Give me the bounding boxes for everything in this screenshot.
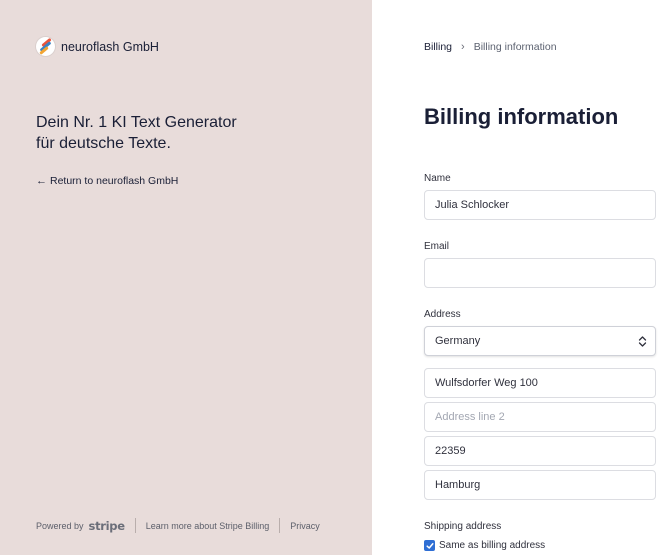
address-line1-field[interactable]: Wulfsdorfer Weg 100 — [424, 368, 656, 398]
name-field[interactable]: Julia Schlocker — [424, 190, 656, 220]
address-label: Address — [424, 309, 461, 320]
footer: Powered by stripe Learn more about Strip… — [36, 518, 320, 533]
return-link[interactable]: ← Return to neuroflash GmbH — [36, 175, 178, 187]
postal-code-field[interactable]: 22359 — [424, 436, 656, 466]
return-link-label: Return to neuroflash GmbH — [50, 175, 179, 187]
page-title: Billing information — [424, 104, 619, 129]
same-as-billing-row[interactable]: Same as billing address — [424, 540, 545, 551]
same-as-billing-label: Same as billing address — [439, 540, 546, 551]
powered-by-stripe[interactable]: Powered by stripe — [36, 519, 125, 533]
tagline-line-2: für deutsche Texte. — [36, 135, 171, 152]
breadcrumb-billing[interactable]: Billing — [424, 41, 452, 53]
shipping-address-label: Shipping address — [424, 521, 502, 532]
chevron-right-icon: › — [461, 41, 465, 53]
privacy-link[interactable]: Privacy — [290, 521, 320, 531]
name-label: Name — [424, 173, 451, 184]
chevron-updown-icon — [638, 336, 647, 347]
powered-by-label: Powered by — [36, 520, 84, 531]
merchant-panel: neuroflash GmbH Dein Nr. 1 KI Text Gener… — [0, 0, 372, 555]
country-select-value: Germany — [435, 335, 481, 347]
arrow-left-icon: ← — [36, 175, 47, 187]
merchant-brand: neuroflash GmbH — [36, 37, 159, 56]
city-field[interactable]: Hamburg — [424, 470, 656, 500]
merchant-tagline: Dein Nr. 1 KI Text Generator für deutsch… — [36, 112, 296, 154]
footer-divider — [134, 518, 136, 533]
breadcrumb-billing-information: Billing information — [473, 41, 557, 53]
country-select[interactable]: Germany — [424, 326, 656, 356]
stripe-logo: stripe — [88, 518, 125, 533]
billing-form-panel: Billing › Billing information Billing in… — [372, 0, 670, 555]
learn-more-link[interactable]: Learn more about Stripe Billing — [146, 521, 270, 531]
neuroflash-logo-icon — [36, 37, 55, 56]
email-label: Email — [424, 241, 450, 252]
same-as-billing-checkbox[interactable] — [424, 540, 435, 551]
email-field[interactable] — [424, 258, 656, 288]
breadcrumb: Billing › Billing information — [424, 41, 557, 53]
footer-divider — [279, 518, 281, 533]
merchant-name: neuroflash GmbH — [61, 39, 159, 54]
tagline-line-1: Dein Nr. 1 KI Text Generator — [36, 114, 237, 131]
checkmark-icon — [425, 542, 434, 549]
address-line2-field[interactable]: Address line 2 — [424, 402, 656, 432]
